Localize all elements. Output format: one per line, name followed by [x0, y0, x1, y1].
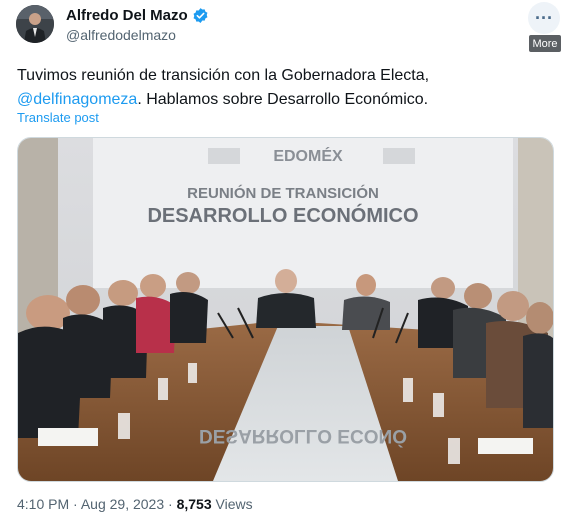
- views-label: Views: [215, 496, 253, 512]
- avatar-image: [16, 5, 54, 43]
- more-horizontal-icon: ···: [535, 8, 553, 28]
- author-name[interactable]: Alfredo Del Mazo: [66, 7, 188, 24]
- mention-link[interactable]: @delfinagomeza: [17, 91, 137, 108]
- tweet-date[interactable]: Aug 29, 2023: [81, 496, 164, 512]
- verified-badge-icon: [192, 7, 209, 24]
- tweet-photo[interactable]: EDOMÉX REUNIÓN DE TRANSICIÓN DESARROLLO …: [17, 137, 554, 482]
- tweet-text-start: Tuvimos reunión de transición con la Gob…: [17, 67, 430, 84]
- table-reflection: DESARROLLO ECONÓ: [199, 425, 407, 447]
- meta-separator: ·: [73, 496, 78, 512]
- tweet-time[interactable]: 4:10 PM: [17, 496, 69, 512]
- views-count: 8,753: [176, 496, 212, 512]
- translate-link[interactable]: Translate post: [17, 110, 99, 125]
- banner-line1: REUNIÓN DE TRANSICIÓN: [187, 184, 379, 202]
- tweet-meta: 4:10 PM · Aug 29, 2023 · 8,753 Views: [17, 496, 253, 512]
- author-row: Alfredo Del Mazo: [66, 7, 209, 24]
- avatar[interactable]: [16, 5, 54, 43]
- more-tooltip: More: [529, 35, 561, 52]
- meeting-photo: EDOMÉX REUNIÓN DE TRANSICIÓN DESARROLLO …: [18, 138, 553, 481]
- meta-separator: ·: [168, 496, 173, 512]
- edomex-logo: EDOMÉX: [273, 146, 343, 165]
- tweet-text-end: . Hablamos sobre Desarrollo Económico.: [137, 91, 429, 108]
- banner-line2: DESARROLLO ECONÓMICO: [147, 203, 418, 227]
- author-handle[interactable]: @alfredodelmazo: [66, 27, 176, 43]
- tweet-text: Tuvimos reunión de transición con la Gob…: [17, 64, 547, 112]
- more-button[interactable]: ···: [528, 2, 560, 34]
